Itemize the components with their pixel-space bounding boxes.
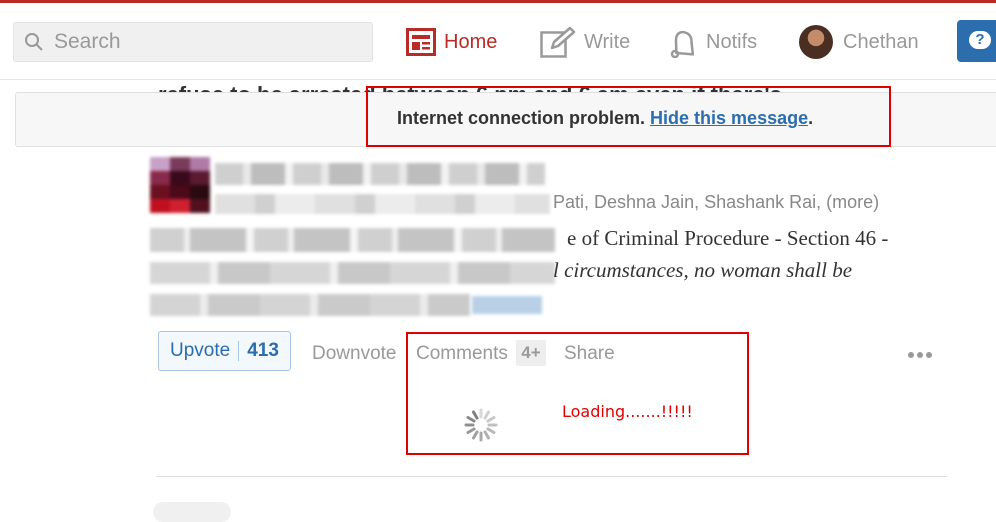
upvote-divider (238, 341, 240, 361)
highlight-box-notice (366, 86, 891, 147)
search-box[interactable] (13, 22, 373, 62)
search-icon (25, 33, 43, 51)
search-input[interactable] (52, 27, 366, 57)
redacted-answer-line-2 (150, 262, 555, 284)
downvote-button[interactable]: Downvote (312, 343, 397, 365)
avatar (799, 25, 833, 59)
nav-notifs-label: Notifs (706, 30, 758, 53)
ask-question-button[interactable]: ? (957, 20, 996, 62)
bell-icon (670, 30, 695, 58)
redacted-more-link (472, 296, 542, 314)
nav-profile-label: Chethan (843, 30, 919, 53)
redacted-author-name (215, 163, 545, 185)
nav-home[interactable]: Home (406, 21, 497, 63)
answer-authors[interactable]: Pati, Deshna Jain, Shashank Rai, (more) (553, 192, 879, 213)
redacted-answer-line-1 (150, 228, 555, 252)
redacted-answer-line-3 (150, 294, 470, 316)
nav-home-label: Home (444, 30, 498, 53)
answer-text-line-1: e of Criminal Procedure - Section 46 - (567, 226, 889, 250)
nav-write-label: Write (584, 30, 631, 53)
nav-profile[interactable]: Chethan (799, 21, 919, 63)
top-header: Home Write Notifs Chethan ? (0, 3, 996, 80)
nav-write[interactable]: Write (540, 21, 630, 63)
feed-divider (156, 476, 947, 477)
redacted-avatar (150, 157, 210, 213)
newspaper-icon (406, 28, 436, 56)
pencil-icon (540, 26, 576, 58)
redacted-author-credentials (215, 194, 550, 214)
answer-text-line-2: l circumstances, no woman shall be (553, 258, 853, 282)
nav-notifs[interactable]: Notifs (668, 21, 757, 63)
loading-annotation: Loading.......!!!!! (562, 402, 693, 421)
more-options-icon[interactable] (908, 345, 935, 363)
loading-spinner-icon (464, 408, 498, 442)
upvote-button[interactable]: Upvote 413 (158, 331, 291, 371)
upvote-label: Upvote (170, 340, 231, 361)
highlight-box-comments (406, 332, 749, 455)
upvote-count: 413 (247, 340, 279, 361)
question-bubble-icon: ? (969, 31, 991, 49)
next-item-pill (153, 502, 231, 522)
